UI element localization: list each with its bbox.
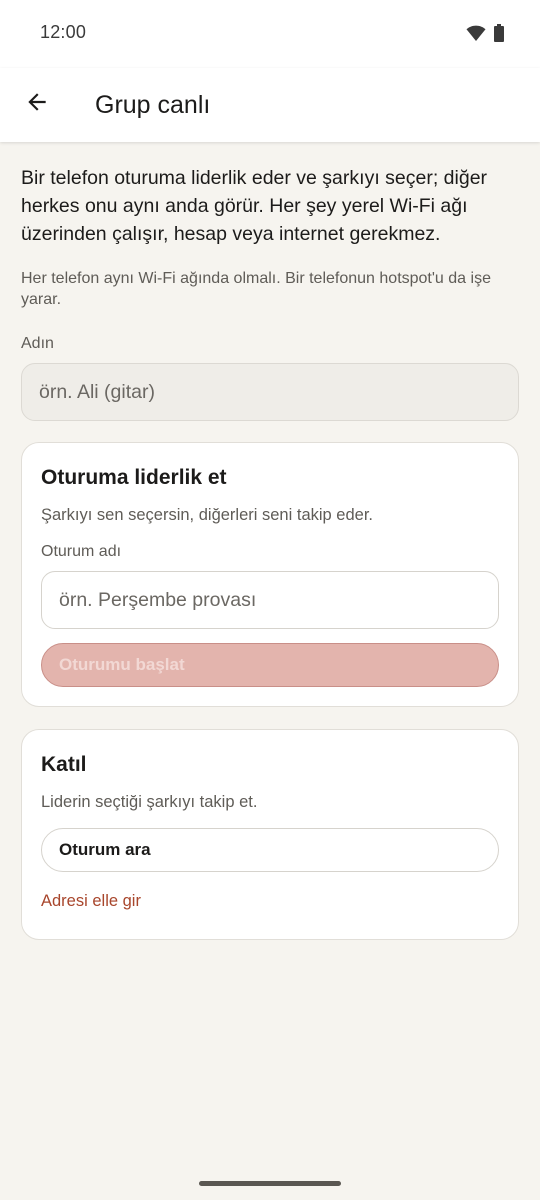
join-session-card: Katıl Liderin seçtiği şarkıyı takip et. … (21, 729, 519, 940)
start-session-button[interactable]: Oturumu başlat (41, 643, 499, 687)
status-time: 12:00 (40, 22, 87, 42)
session-name-label: Oturum adı (41, 543, 122, 560)
lead-card-title: Oturuma liderlik et (41, 466, 227, 489)
name-input[interactable] (21, 363, 519, 421)
search-session-button[interactable]: Oturum ara (41, 828, 499, 872)
lead-session-card: Oturuma liderlik et Şarkıyı sen seçersin… (21, 442, 519, 707)
intro-description: Bir telefon oturuma liderlik eder ve şar… (21, 167, 488, 245)
wifi-icon (466, 25, 486, 46)
wifi-note: Her telefon aynı Wi-Fi ağında olmalı. Bi… (21, 270, 491, 308)
app-bar: Grup canlı (0, 68, 540, 142)
gesture-handle[interactable] (199, 1181, 341, 1186)
join-card-subtitle: Liderin seçtiği şarkıyı takip et. (41, 793, 258, 811)
status-bar: 12:00 (0, 0, 540, 68)
manual-address-link[interactable]: Adresi elle gir (41, 892, 141, 911)
session-name-input[interactable] (41, 571, 499, 629)
back-button[interactable] (14, 81, 60, 127)
lead-card-subtitle: Şarkıyı sen seçersin, diğerleri seni tak… (41, 506, 373, 524)
main-content: Bir telefon oturuma liderlik eder ve şar… (21, 142, 519, 940)
arrow-left-icon (24, 89, 50, 120)
name-label: Adın (21, 335, 54, 352)
status-icons (466, 24, 504, 47)
page-title: Grup canlı (95, 91, 211, 119)
join-card-title: Katıl (41, 753, 87, 776)
battery-icon (494, 24, 504, 47)
